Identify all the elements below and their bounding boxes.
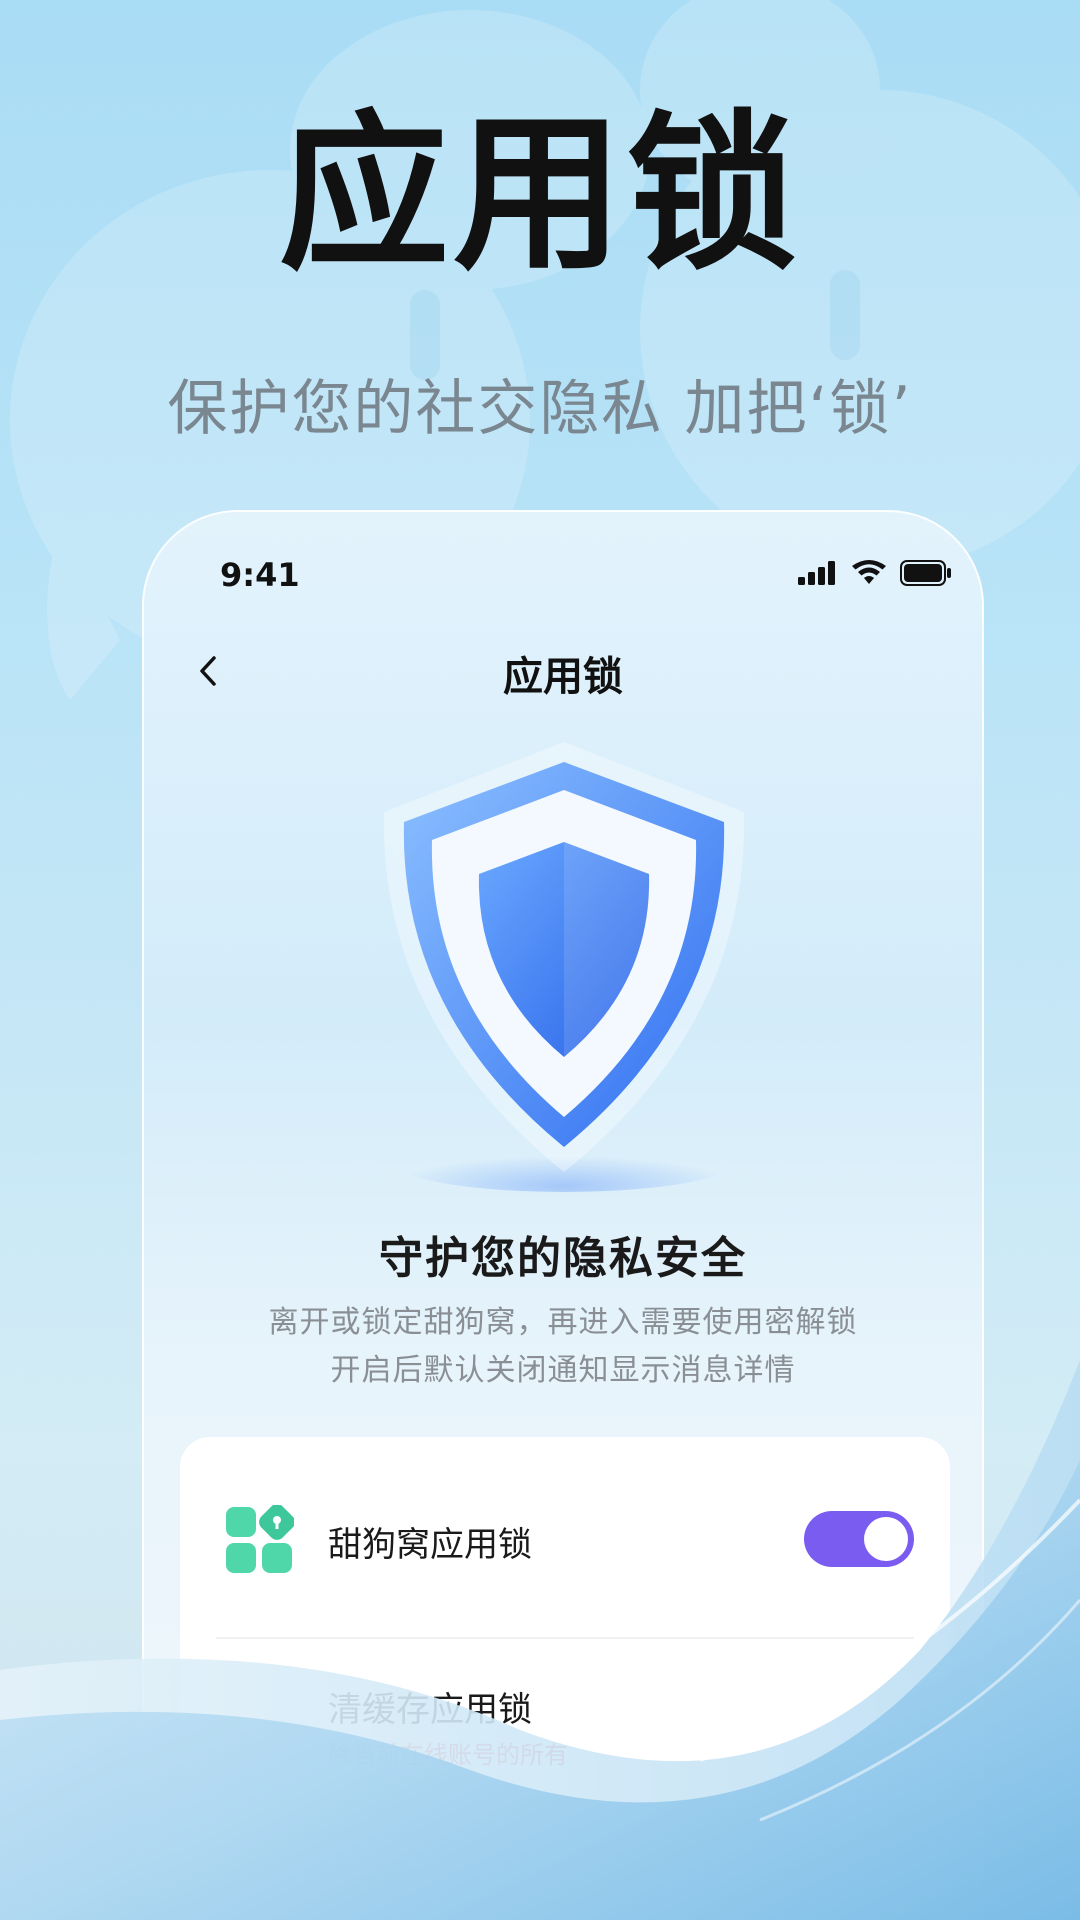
shield-icon bbox=[383, 742, 745, 1192]
wifi-icon bbox=[852, 560, 886, 584]
status-icons bbox=[798, 560, 952, 586]
settings-card: 甜狗窝应用锁 清缓存应用锁 除当前在线账号的所有 bbox=[180, 1437, 950, 1920]
promo-headline: 应用锁 bbox=[278, 96, 801, 294]
phone-mockup: 9:41 应用锁 守护您的隐私安全 离开或锁定甜狗窝，再进入需要使用密解锁 开启… bbox=[142, 510, 984, 1920]
app-lock-toggle[interactable] bbox=[804, 1511, 914, 1567]
nav-bar: 应用锁 bbox=[144, 632, 982, 712]
app-grid-lock-icon bbox=[226, 1505, 294, 1573]
page-title: 应用锁 bbox=[503, 654, 623, 700]
hero-description-line2: 开启后默认关闭通知显示消息详情 bbox=[330, 1353, 796, 1388]
setting-label-cache-lock[interactable]: 清缓存应用锁 bbox=[328, 1682, 532, 1731]
hero-description-line1: 离开或锁定甜狗窝，再进入需要使用密解锁 bbox=[268, 1305, 858, 1340]
divider bbox=[216, 1637, 914, 1639]
status-time: 9:41 bbox=[220, 556, 300, 594]
battery-icon bbox=[900, 560, 951, 586]
hero-title: 守护您的隐私安全 bbox=[379, 1233, 747, 1284]
setting-warning-cache-lock: 除当前在线账号的所有 bbox=[328, 1741, 568, 1769]
setting-row-app-lock[interactable]: 甜狗窝应用锁 bbox=[180, 1477, 950, 1617]
setting-label-app-lock: 甜狗窝应用锁 bbox=[328, 1525, 532, 1565]
promo-subheadline: 保护您的社交隐私 加把‘锁’ bbox=[167, 374, 913, 444]
status-bar: 9:41 bbox=[144, 548, 982, 608]
toggle-knob bbox=[864, 1517, 908, 1561]
signal-icon bbox=[798, 561, 835, 585]
